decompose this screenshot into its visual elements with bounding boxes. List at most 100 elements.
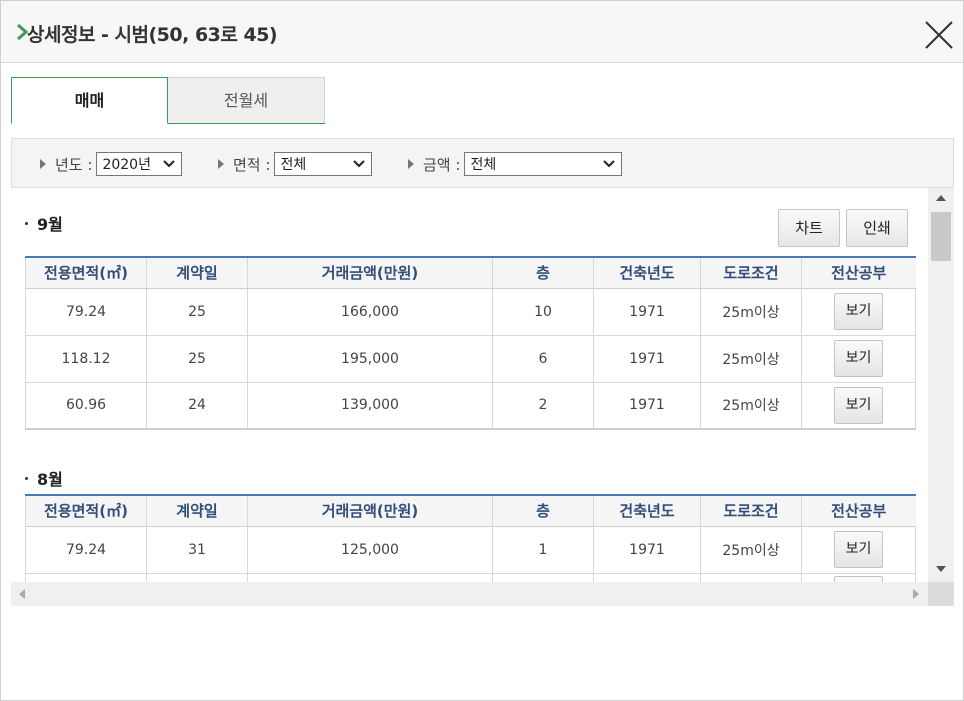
- tab-sale[interactable]: 매매: [11, 77, 168, 124]
- tab-underline: [168, 123, 325, 124]
- column-header: 전용면적(㎡): [25, 494, 147, 527]
- floor-cell: 10: [492, 287, 594, 336]
- built-year-cell: 1971: [593, 525, 701, 574]
- road-cell: 25m이상: [700, 287, 802, 336]
- amount-select-value: 전체: [470, 157, 497, 173]
- column-header: 층: [492, 256, 594, 289]
- road-cell: 25m이상: [700, 334, 802, 383]
- column-header: 거래금액(만원): [247, 494, 493, 527]
- area-select[interactable]: 전체: [274, 152, 373, 176]
- month-title-text: 8월: [37, 470, 63, 489]
- area-select-value: 전체: [280, 157, 307, 173]
- area-cell: [25, 572, 147, 582]
- built-year-cell: [593, 572, 701, 582]
- action-cell: [801, 572, 916, 582]
- price-cell: 166,000: [247, 287, 493, 336]
- bullet-icon: [25, 477, 28, 480]
- view-button[interactable]: 보기: [834, 340, 883, 377]
- built-year-cell: 1971: [593, 334, 701, 383]
- view-button[interactable]: 보기: [834, 386, 883, 424]
- column-header: 도로조건: [700, 494, 802, 527]
- table-row: [25, 572, 916, 582]
- table-row: 79.24 31 125,000 1 1971 25m이상 보기: [25, 525, 916, 574]
- column-header: 계약일: [146, 494, 248, 527]
- floor-cell: 1: [492, 525, 594, 574]
- area-cell: 60.96: [25, 381, 147, 430]
- table-header-row: 전용면적(㎡) 계약일 거래금액(만원) 층 건축년도 도로조건 전산공부: [25, 494, 916, 527]
- table-row: 118.12 25 195,000 6 1971 25m이상 보기: [25, 334, 916, 383]
- year-select[interactable]: 2020년: [96, 152, 183, 176]
- chevron-down-icon: [353, 160, 366, 168]
- floor-cell: 6: [492, 334, 594, 383]
- transaction-table: 전용면적(㎡) 계약일 거래금액(만원) 층 건축년도 도로조건 전산공부 79…: [25, 494, 916, 582]
- year-filter-label: 년도 :: [55, 155, 93, 174]
- price-cell: 125,000: [247, 525, 493, 574]
- action-cell: 보기: [801, 381, 916, 430]
- floor-cell: 2: [492, 381, 594, 430]
- year-filter: 년도 : 2020년: [40, 152, 183, 176]
- horizontal-scrollbar[interactable]: [11, 582, 928, 606]
- day-cell: 25: [146, 334, 248, 383]
- column-header: 층: [492, 494, 594, 527]
- scroll-up-icon[interactable]: [936, 195, 946, 201]
- column-header: 건축년도: [593, 256, 701, 289]
- price-cell: 195,000: [247, 334, 493, 383]
- bullet-icon: [25, 222, 28, 225]
- scroll-left-icon[interactable]: [19, 589, 25, 599]
- built-year-cell: 1971: [593, 381, 701, 430]
- tab-rent[interactable]: 전월세: [168, 77, 325, 124]
- chevron-down-icon: [603, 160, 616, 168]
- road-cell: 25m이상: [700, 525, 802, 574]
- chevron-down-icon: [163, 160, 176, 168]
- day-cell: [146, 572, 248, 582]
- area-cell: 79.24: [25, 287, 147, 336]
- month-title: 9월: [25, 211, 63, 235]
- vertical-scrollbar[interactable]: [928, 188, 954, 582]
- window-title: 상세정보 - 시범(50, 63로 45): [27, 24, 278, 46]
- day-cell: 31: [146, 525, 248, 574]
- detail-window: 상세정보 - 시범(50, 63로 45) 매매 전월세 년도 : 2020년 …: [0, 0, 964, 701]
- amount-filter: 금액 : 전체: [408, 152, 623, 176]
- scroll-down-icon[interactable]: [936, 566, 946, 572]
- caret-right-icon: [218, 159, 224, 169]
- view-button[interactable]: 보기: [834, 293, 883, 330]
- day-cell: 24: [146, 381, 248, 430]
- results-content: 9월 차트 인쇄 전용면적(㎡) 계약일 거래금액(만원) 층 건축년도 도로조…: [11, 188, 928, 582]
- caret-right-icon: [408, 159, 414, 169]
- print-button[interactable]: 인쇄: [846, 209, 908, 247]
- month-title: 8월: [25, 466, 63, 490]
- vertical-scroll-thumb[interactable]: [931, 212, 951, 261]
- filter-bar: 년도 : 2020년 면적 : 전체 금액 : 전체: [11, 138, 954, 188]
- column-header: 도로조건: [700, 256, 802, 289]
- area-filter-label: 면적 :: [233, 155, 271, 174]
- column-header: 계약일: [146, 256, 248, 289]
- day-cell: 25: [146, 287, 248, 336]
- column-header: 거래금액(만원): [247, 256, 493, 289]
- caret-right-icon: [40, 159, 46, 169]
- amount-filter-label: 금액 :: [423, 155, 461, 174]
- action-cell: 보기: [801, 525, 916, 574]
- scroll-right-icon[interactable]: [913, 589, 919, 599]
- chart-button[interactable]: 차트: [778, 209, 840, 247]
- floor-cell: [492, 572, 594, 582]
- column-header: 건축년도: [593, 494, 701, 527]
- column-header: 전산공부: [801, 256, 916, 289]
- table-row: 60.96 24 139,000 2 1971 25m이상 보기: [25, 381, 916, 430]
- results-scroll-area[interactable]: 9월 차트 인쇄 전용면적(㎡) 계약일 거래금액(만원) 층 건축년도 도로조…: [11, 188, 954, 606]
- column-header: 전산공부: [801, 494, 916, 527]
- built-year-cell: 1971: [593, 287, 701, 336]
- year-select-value: 2020년: [102, 157, 151, 173]
- action-cell: 보기: [801, 334, 916, 383]
- table-header-row: 전용면적(㎡) 계약일 거래금액(만원) 층 건축년도 도로조건 전산공부: [25, 256, 916, 289]
- scrollbar-corner: [928, 582, 954, 606]
- view-button[interactable]: 보기: [834, 531, 883, 568]
- month-title-text: 9월: [37, 215, 63, 234]
- transaction-table: 전용면적(㎡) 계약일 거래금액(만원) 층 건축년도 도로조건 전산공부 79…: [25, 256, 916, 430]
- amount-select[interactable]: 전체: [464, 152, 623, 176]
- action-cell: 보기: [801, 287, 916, 336]
- area-cell: 118.12: [25, 334, 147, 383]
- close-icon[interactable]: [923, 19, 955, 51]
- road-cell: 25m이상: [700, 381, 802, 430]
- area-cell: 79.24: [25, 525, 147, 574]
- price-cell: 139,000: [247, 381, 493, 430]
